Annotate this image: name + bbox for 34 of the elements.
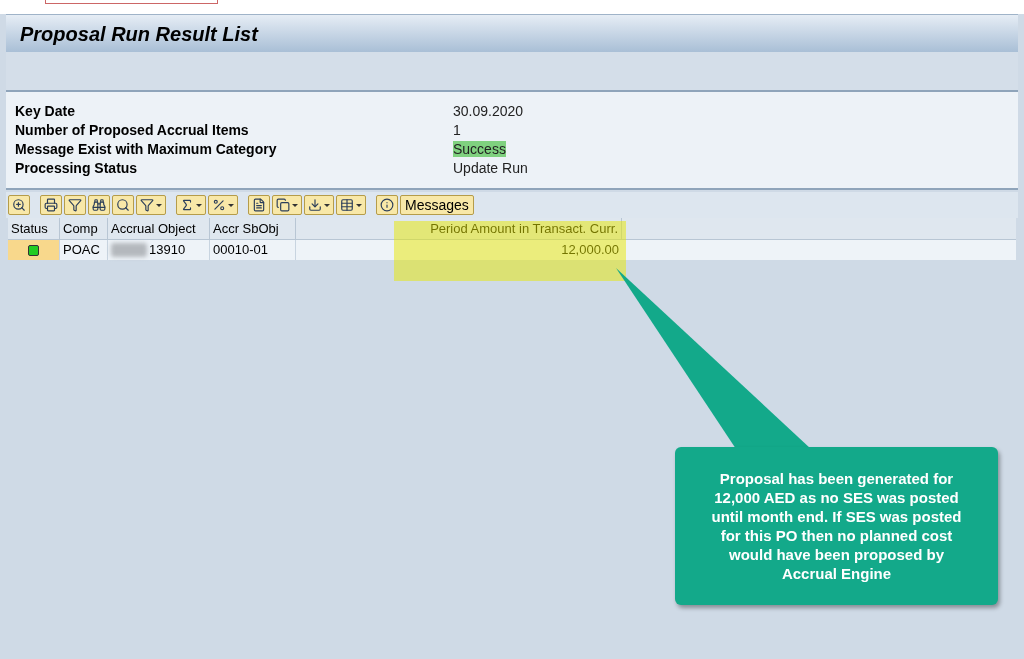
field-value: Success bbox=[453, 141, 506, 157]
export-icon[interactable] bbox=[304, 195, 334, 215]
column-header[interactable]: Accr SbObj bbox=[210, 218, 296, 239]
subtotal-icon[interactable] bbox=[208, 195, 238, 215]
column-header[interactable]: Accrual Object bbox=[108, 218, 210, 239]
field-label: Message Exist with Maximum Category bbox=[15, 140, 278, 159]
info-icon[interactable] bbox=[376, 195, 398, 215]
copy-icon[interactable] bbox=[272, 195, 302, 215]
field-label: Number of Proposed Accrual Items bbox=[15, 121, 250, 140]
document-icon[interactable] bbox=[248, 195, 270, 215]
printer-icon[interactable] bbox=[40, 195, 62, 215]
field-value: 30.09.2020 bbox=[453, 103, 524, 119]
blurred-text bbox=[111, 243, 147, 257]
field-value: Update Run bbox=[453, 160, 528, 176]
field-label: Processing Status bbox=[15, 159, 139, 178]
layout-icon[interactable] bbox=[336, 195, 366, 215]
binoculars-icon[interactable] bbox=[88, 195, 110, 215]
window-title: Proposal Run Result List bbox=[20, 21, 258, 47]
column-header[interactable]: Comp bbox=[60, 218, 108, 239]
column-header[interactable]: Period Amount in Transact. Curr. bbox=[296, 218, 622, 239]
field-label: Key Date bbox=[15, 102, 76, 121]
table-cell-text: 13910 bbox=[149, 241, 186, 260]
filter-icon[interactable] bbox=[136, 195, 166, 215]
table-cell: 00010-01 bbox=[210, 240, 296, 260]
search-icon[interactable] bbox=[112, 195, 134, 215]
funnel-icon[interactable] bbox=[64, 195, 86, 215]
messages-button[interactable]: Messages bbox=[400, 195, 474, 215]
table-cell: POAC bbox=[60, 240, 108, 260]
column-header[interactable]: Status bbox=[8, 218, 60, 239]
callout-text: Proposal has been generated for 12,000 AED as no SES was posted until month end. If SES was posted for this PO then no planned cost would have been proposed by Accrual Engine bbox=[711, 469, 962, 583]
table-cell-text: 12,000.00 bbox=[560, 241, 620, 260]
zoom-icon[interactable] bbox=[8, 195, 30, 215]
sum-icon[interactable] bbox=[176, 195, 206, 215]
field-value: 1 bbox=[453, 122, 461, 138]
